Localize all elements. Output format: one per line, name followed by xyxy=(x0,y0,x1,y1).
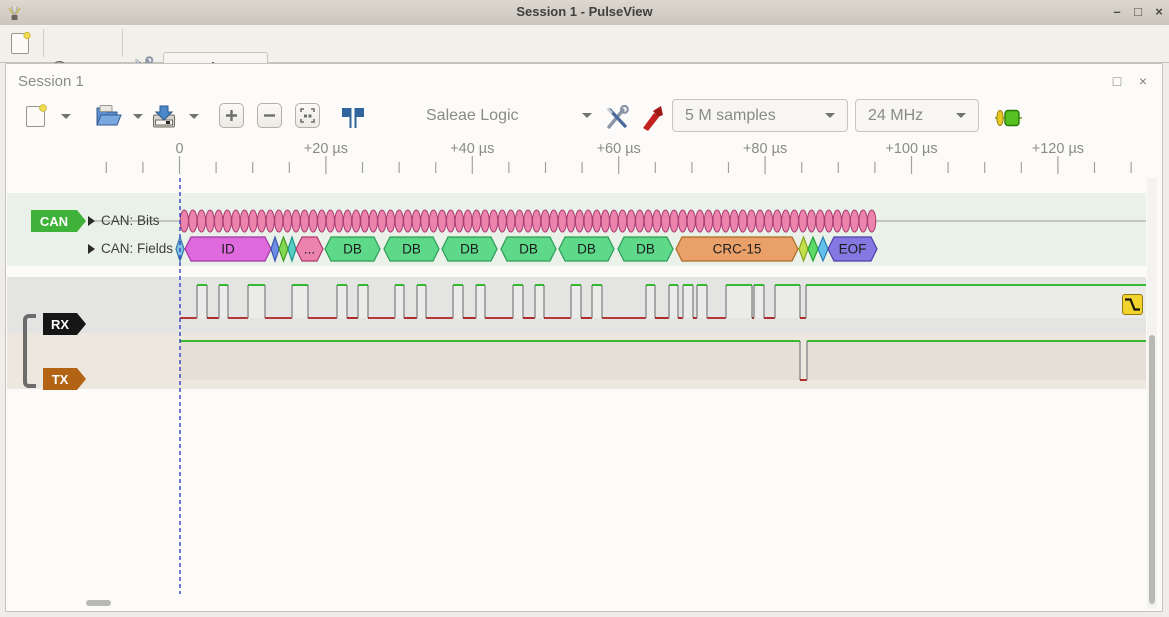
close-button[interactable]: × xyxy=(1150,3,1168,21)
new-session-icon[interactable] xyxy=(10,31,32,56)
sample-count-select[interactable]: 5 M samples xyxy=(672,99,848,132)
main-toolbar: Run Session 1 × xyxy=(0,25,1169,63)
add-decoder-button[interactable] xyxy=(994,102,1024,134)
toolbar-separator xyxy=(122,29,123,57)
save-icon xyxy=(150,103,178,130)
save-button[interactable] xyxy=(150,100,199,132)
minus-icon xyxy=(263,109,276,122)
decoder-row-label[interactable]: CAN: Fields xyxy=(101,241,173,256)
zoom-in-button[interactable] xyxy=(219,103,244,128)
os-titlebar[interactable]: Session 1 - PulseView – □ × xyxy=(0,0,1169,26)
probe-icon xyxy=(640,105,664,131)
open-folder-icon xyxy=(94,103,122,129)
channel-tag-tx[interactable]: TX xyxy=(43,368,86,390)
expander-icon[interactable] xyxy=(88,216,95,226)
zoom-out-button[interactable] xyxy=(257,103,282,128)
maximize-button[interactable]: □ xyxy=(1129,3,1147,21)
plus-icon xyxy=(225,109,238,122)
sample-rate-select[interactable]: 24 MHz xyxy=(855,99,979,132)
expander-icon[interactable] xyxy=(88,244,95,254)
device-select[interactable]: Saleae Logic xyxy=(426,99,592,132)
open-button[interactable] xyxy=(94,100,143,132)
configure-device-button[interactable] xyxy=(604,102,630,134)
pulseview-window: Session 1 - PulseView – □ × Run Session … xyxy=(0,0,1169,617)
decoder-source-bracket xyxy=(23,314,36,388)
sample-rate-arrow-icon xyxy=(956,113,966,118)
channel-tag-rx[interactable]: RX xyxy=(43,313,86,335)
horizontal-scrollbar-thumb[interactable] xyxy=(86,600,111,606)
decoder-tag-can[interactable]: CAN xyxy=(31,210,86,232)
subwindow-close-button[interactable]: × xyxy=(1134,72,1152,90)
save-dropdown-icon[interactable] xyxy=(189,114,199,119)
device-select-value: Saleae Logic xyxy=(426,107,519,125)
minimize-button[interactable]: – xyxy=(1108,3,1126,21)
trigger-falling-edge-badge[interactable] xyxy=(1122,294,1143,315)
rx-band xyxy=(7,277,1146,333)
decoder-icon xyxy=(994,107,1024,129)
new-file-button[interactable] xyxy=(24,100,71,132)
sample-count-value: 5 M samples xyxy=(685,107,776,125)
cursors-flags-icon xyxy=(340,105,366,131)
zoom-fit-icon xyxy=(300,108,315,123)
session-title: Session 1 xyxy=(18,73,84,90)
show-cursors-button[interactable] xyxy=(340,102,366,134)
tx-band xyxy=(7,333,1146,389)
decoder-row-label[interactable]: CAN: Bits xyxy=(101,213,160,228)
subwindow-restore-button[interactable]: □ xyxy=(1108,72,1126,90)
vertical-scrollbar-thumb[interactable] xyxy=(1149,335,1155,604)
decoder-band xyxy=(7,193,1146,266)
sample-count-arrow-icon xyxy=(825,113,835,118)
falling-edge-icon xyxy=(1123,295,1142,314)
toolbar-separator xyxy=(43,29,44,57)
window-title: Session 1 - PulseView xyxy=(0,4,1169,19)
sample-rate-value: 24 MHz xyxy=(868,107,923,125)
open-dropdown-icon[interactable] xyxy=(133,114,143,119)
new-file-dropdown-icon[interactable] xyxy=(61,114,71,119)
wrench-icon xyxy=(604,105,630,131)
new-file-icon xyxy=(24,103,48,129)
zoom-fit-button[interactable] xyxy=(295,103,320,128)
channels-button[interactable] xyxy=(640,102,664,134)
device-select-arrow-icon xyxy=(582,113,592,118)
